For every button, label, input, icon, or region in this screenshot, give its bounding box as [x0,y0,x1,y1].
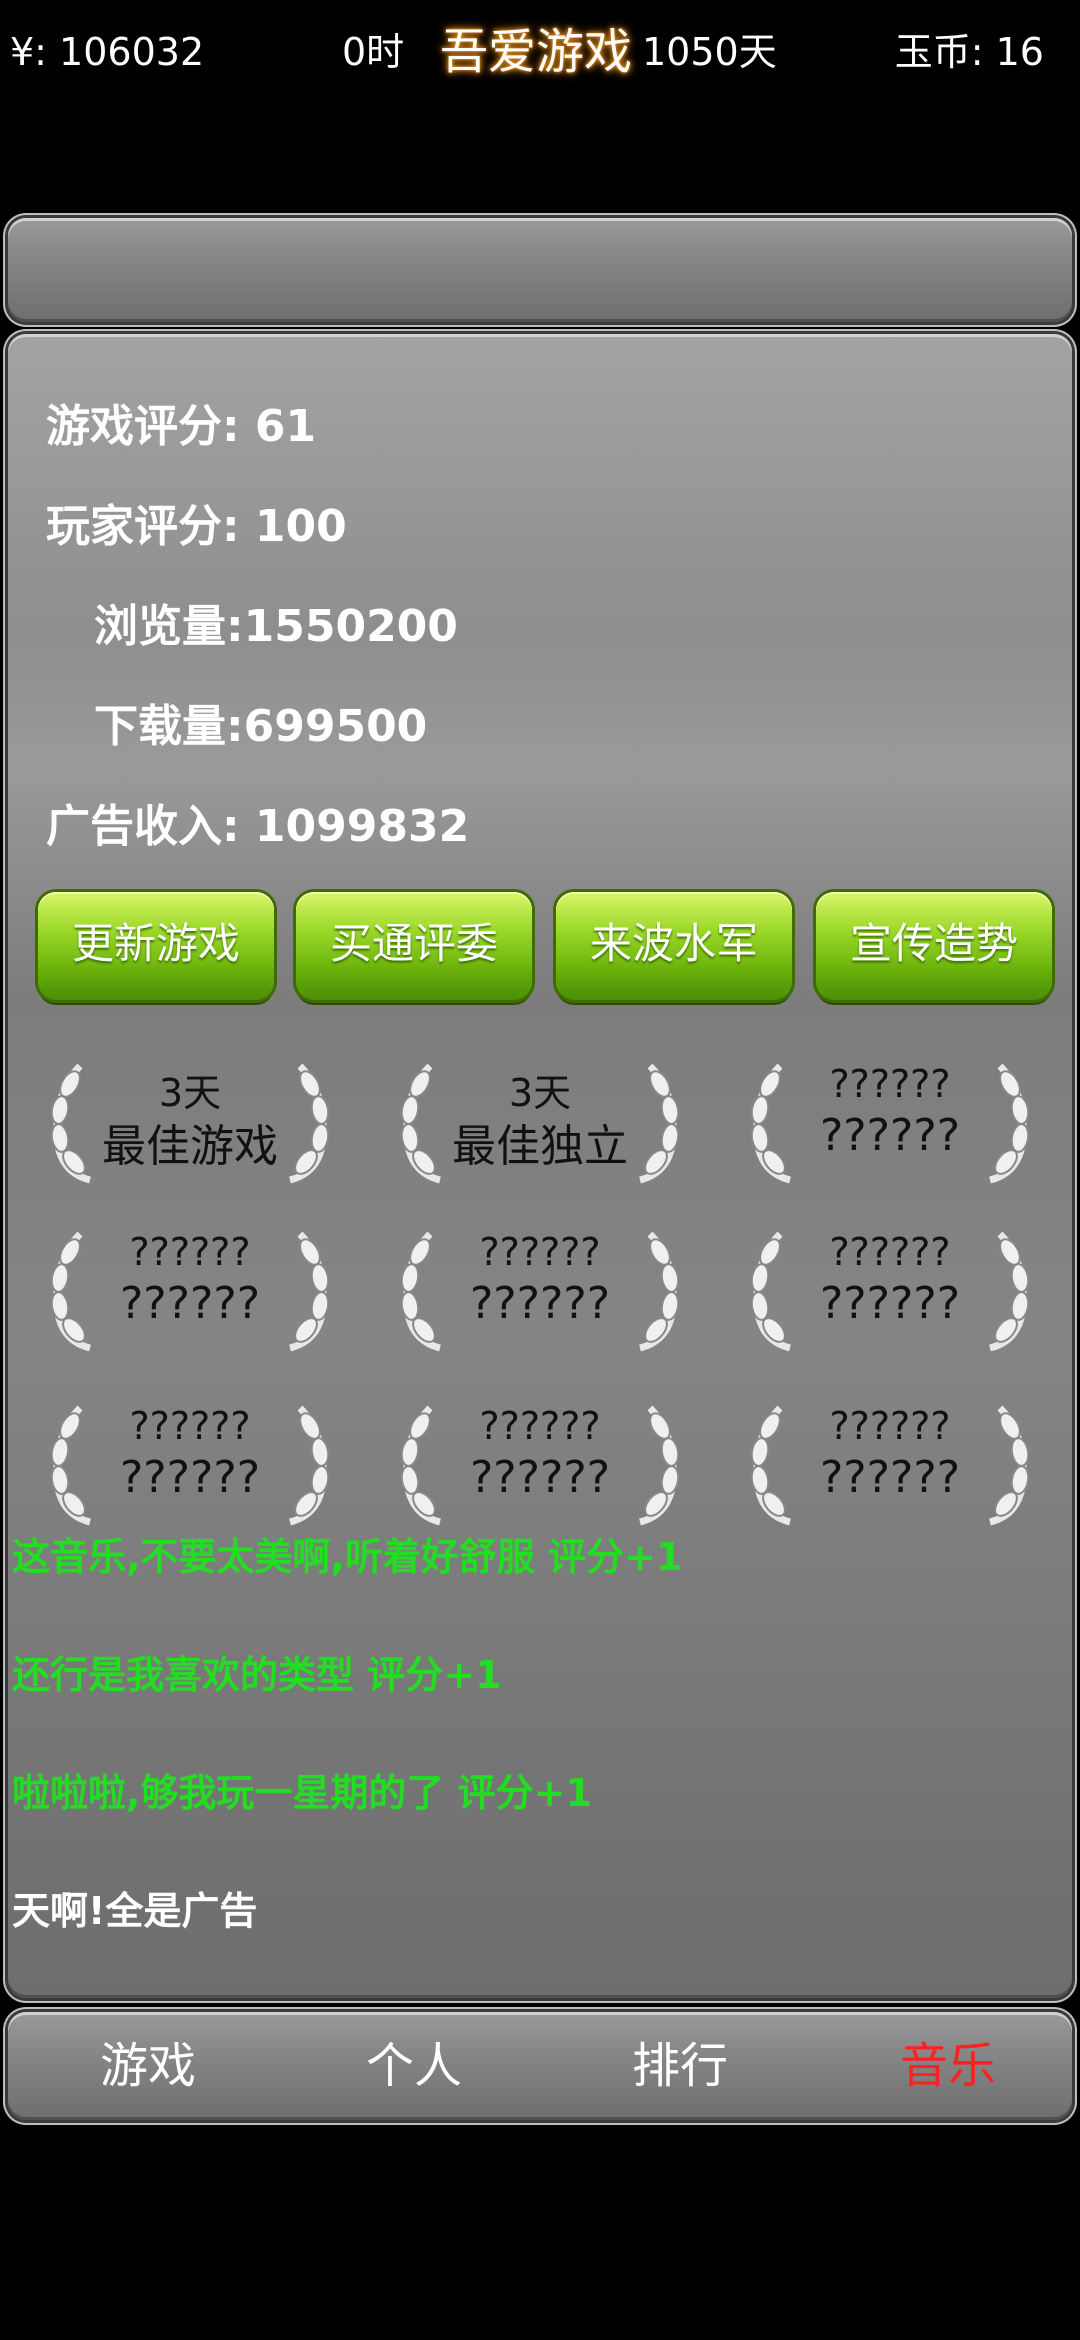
award-days: ?????? [129,1404,251,1448]
award-title: ?????? [819,1452,961,1503]
status-bar [8,218,1072,322]
award-badge: ???????????? [740,1056,1040,1186]
award-title: ?????? [119,1452,261,1503]
award-days: ?????? [829,1062,951,1106]
coins-display: 玉币: 16 [894,30,1044,74]
award-title: ?????? [119,1278,261,1329]
award-badge: ???????????? [40,1224,340,1354]
hire-trolls-button[interactable]: 来波水军 [556,892,792,1000]
award-days: ?????? [479,1404,601,1448]
award-title: ?????? [469,1452,611,1503]
stat-label: 浏览量: [94,601,244,652]
award-days: 3天 [158,1071,222,1115]
award-days: ?????? [829,1230,951,1274]
award-days: ?????? [129,1230,251,1274]
award-days: ?????? [479,1230,601,1274]
comment-2: 还行是我喜欢的类型 评分+1 [12,1653,502,1697]
game-title: 吾爱游戏 [440,24,633,80]
comment-3: 啦啦啦,够我玩一星期的了 评分+1 [12,1771,592,1815]
award-badge: 3天最佳游戏 [40,1056,340,1186]
stat-value: 1550200 [243,601,458,652]
stat-views: 浏览量:1550200 [94,590,458,654]
stat-label: 游戏评分: [46,401,240,452]
award-days: ?????? [829,1404,951,1448]
award-badge: ???????????? [740,1398,1040,1528]
stat-ad-revenue: 广告收入: 1099832 [46,790,469,854]
stat-downloads: 下载量:699500 [94,690,427,754]
stat-value: 699500 [243,701,428,752]
stat-value: 61 [239,401,317,452]
award-badge: ???????????? [390,1224,690,1354]
update-game-button[interactable]: 更新游戏 [38,892,274,1000]
nav-tab-music[interactable]: 音乐 [900,2012,996,2120]
award-badge: ???????????? [40,1398,340,1528]
promote-button[interactable]: 宣传造势 [816,892,1052,1000]
nav-tab-personal[interactable]: 个人 [366,2012,462,2120]
stat-label: 玩家评分: [46,501,240,552]
stat-value: 100 [239,501,347,552]
nav-tab-rank[interactable]: 排行 [632,2012,728,2120]
award-title: 最佳独立 [452,1121,628,1172]
award-badge: ???????????? [740,1224,1040,1354]
bribe-judges-button[interactable]: 买通评委 [296,892,532,1000]
award-title: ?????? [819,1278,961,1329]
days-display: 1050天 [642,30,777,74]
award-badge: 3天最佳独立 [390,1056,690,1186]
stat-value: 1099832 [239,801,470,852]
award-title: ?????? [819,1110,961,1161]
stat-player-score: 玩家评分: 100 [46,490,347,554]
award-title: ?????? [469,1278,611,1329]
stat-game-score: 游戏评分: 61 [46,390,316,454]
comment-1: 这音乐,不要太美啊,听着好舒服 评分+1 [12,1535,683,1579]
money-display: ¥: 106032 [10,30,205,74]
award-title: 最佳游戏 [102,1121,278,1172]
comment-4: 天啊!全是广告 [12,1889,258,1933]
award-badge: ???????????? [390,1398,690,1528]
stat-label: 下载量: [94,701,244,752]
nav-tab-game[interactable]: 游戏 [100,2012,196,2120]
stat-label: 广告收入: [46,801,240,852]
hour-display: 0时 [342,30,405,74]
award-days: 3天 [508,1071,572,1115]
